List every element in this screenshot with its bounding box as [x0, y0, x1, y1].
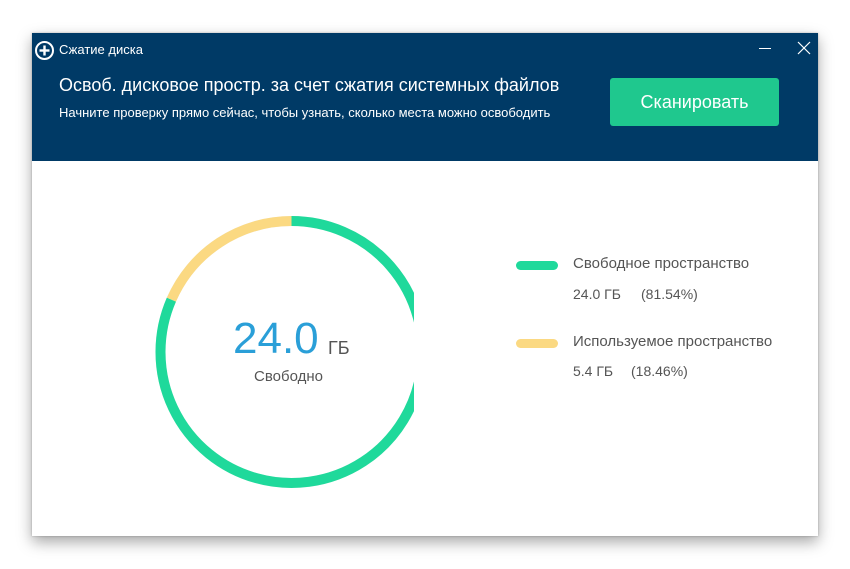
close-button[interactable] [794, 38, 814, 58]
plus-circle-icon [35, 41, 54, 60]
free-space-caption: Свободно [254, 368, 323, 385]
legend-label-used: Используемое пространство [573, 333, 773, 350]
header-banner: Сжатие диска Освоб. дисковое простр. за … [32, 33, 818, 161]
minimize-button[interactable] [755, 38, 775, 58]
legend-percent-free: (81.54%) [641, 286, 698, 302]
window-title: Сжатие диска [59, 42, 143, 57]
free-space-value: 24.0 [233, 314, 319, 363]
legend-size-free: 24.0 ГБ [573, 286, 621, 302]
page-subtitle: Начните проверку прямо сейчас, чтобы узн… [59, 105, 551, 120]
free-space-unit: ГБ [328, 338, 350, 358]
close-icon [797, 41, 811, 55]
minimize-icon [759, 48, 771, 49]
legend-size-used: 5.4 ГБ [573, 363, 614, 379]
scan-button[interactable]: Сканировать [610, 78, 779, 126]
donut-segment-used [166, 216, 292, 302]
legend-label-free: Свободное пространство [573, 255, 750, 272]
legend-swatch-used [516, 339, 558, 348]
legend-swatch-free [516, 261, 558, 270]
disk-compression-window: Сжатие диска Освоб. дисковое простр. за … [32, 33, 818, 536]
legend-percent-used: (18.46%) [631, 363, 688, 379]
page-title: Освоб. дисковое простр. за счет сжатия с… [59, 75, 560, 95]
